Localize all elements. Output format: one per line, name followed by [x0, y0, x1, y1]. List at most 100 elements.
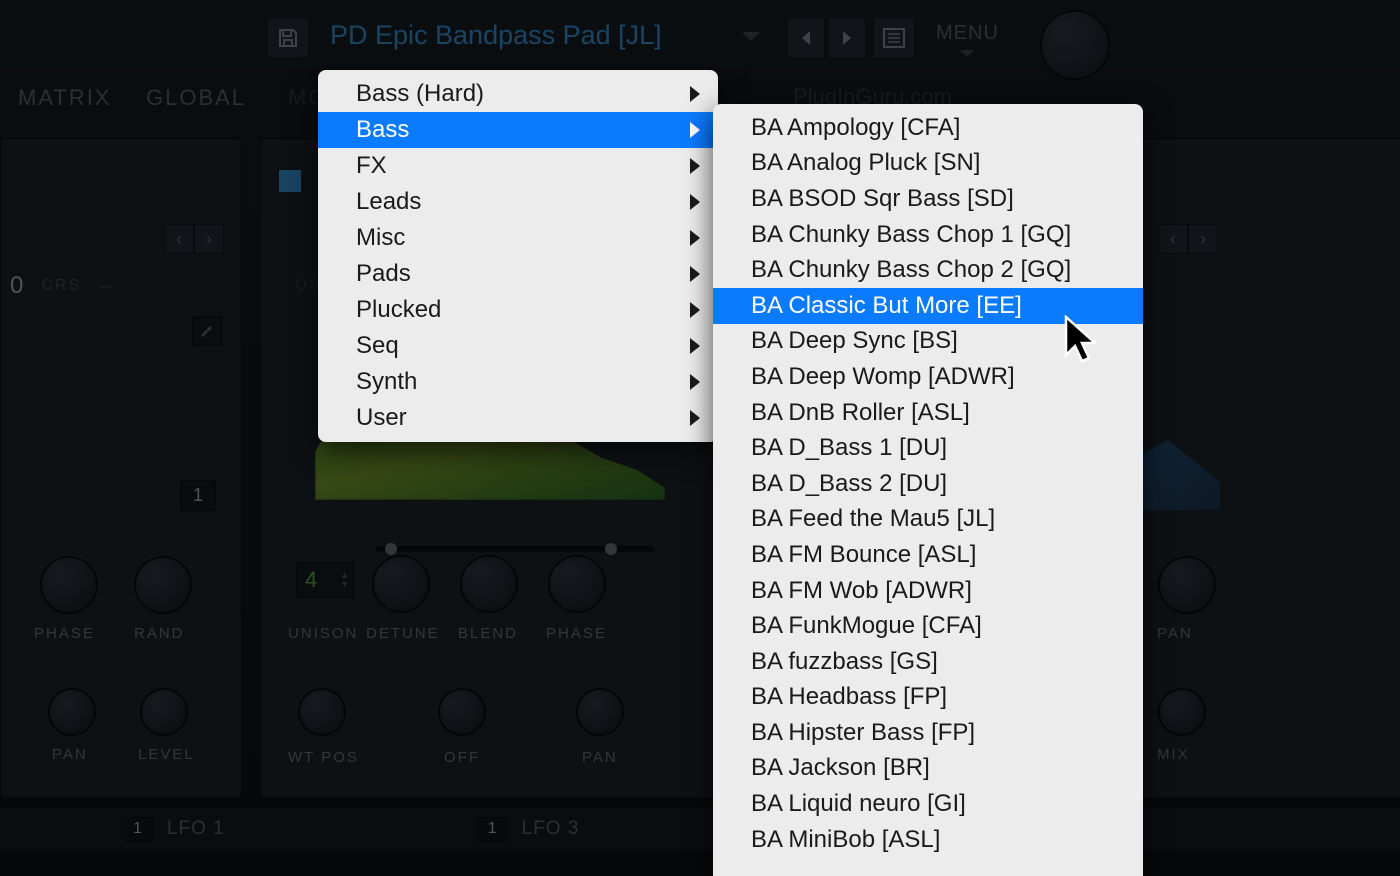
blend-knob[interactable] [460, 555, 518, 613]
phase-knob[interactable] [40, 556, 98, 614]
slider-track[interactable] [375, 546, 655, 552]
preset-menu-item[interactable]: BA Hipster Bass [FP] [713, 715, 1143, 751]
detune-label: DETUNE [366, 625, 440, 642]
slider-handle[interactable] [385, 543, 397, 555]
pan-label-3: PAN [1157, 625, 1193, 642]
mix-label: MIX [1157, 746, 1190, 763]
mix-knob[interactable] [1158, 688, 1206, 736]
preset-menu-item[interactable]: BA D_Bass 1 [DU] [713, 430, 1143, 466]
preset-menu-item[interactable]: BA fuzzbass [GS] [713, 644, 1143, 680]
pencil-icon [199, 323, 215, 339]
submenu-arrow-icon [690, 158, 700, 174]
submenu-arrow-icon [690, 410, 700, 426]
blend-label: BLEND [458, 625, 518, 642]
detune-knob[interactable] [372, 555, 430, 613]
preset-menu-item[interactable]: BA Chunky Bass Chop 2 [GQ] [713, 252, 1143, 288]
wtpos-knob[interactable] [298, 688, 346, 736]
preset-menu-item[interactable]: BA DnB Roller [ASL] [713, 395, 1143, 431]
preset-dropdown-icon[interactable] [742, 32, 760, 41]
slider-handle[interactable] [605, 543, 617, 555]
coarse-value[interactable]: 0 [10, 272, 23, 300]
category-menu-item[interactable]: Synth [318, 364, 718, 400]
category-menu-item[interactable]: Misc [318, 220, 718, 256]
submenu-arrow-icon [690, 194, 700, 210]
unison-spinner[interactable]: 4 ▲▼ [296, 562, 354, 598]
chevron-right-icon [840, 29, 854, 47]
category-menu-item[interactable]: User [318, 400, 718, 436]
lfo-tab-3[interactable]: LFO 3 [522, 818, 580, 840]
pan-knob[interactable] [48, 688, 96, 736]
category-menu-item[interactable]: Bass [318, 112, 718, 148]
level-knob[interactable] [140, 688, 188, 736]
rand-knob[interactable] [134, 556, 192, 614]
preset-menu-item[interactable]: BA Feed the Mau5 [JL] [713, 502, 1143, 538]
category-menu-item[interactable]: Leads [318, 184, 718, 220]
preset-menu-item[interactable]: BA Analog Pluck [SN] [713, 146, 1143, 182]
wavetable-nav-left: ‹ › [164, 224, 224, 254]
wtpos-label: WT POS [288, 749, 359, 766]
edit-button[interactable] [192, 316, 222, 346]
submenu-arrow-icon [690, 266, 700, 282]
wavetable-next-button[interactable]: › [194, 224, 224, 254]
osc-enable-toggle[interactable] [279, 170, 301, 192]
preset-menu-item[interactable]: BA MiniBob [ASL] [713, 822, 1143, 858]
category-menu-item[interactable]: Seq [318, 328, 718, 364]
lfo-bar: 1 LFO 1 1 LFO 3 [0, 808, 1400, 850]
preset-next-button[interactable] [828, 17, 866, 59]
preset-menu-item[interactable]: BA Jackson [BR] [713, 751, 1143, 787]
lfo-num-1[interactable]: 1 [122, 817, 153, 841]
save-icon [276, 26, 300, 50]
category-menu: Bass (Hard)BassFXLeadsMiscPadsPluckedSeq… [318, 70, 718, 442]
category-menu-item[interactable]: Plucked [318, 292, 718, 328]
coarse-label: CRS [41, 277, 81, 295]
category-menu-item[interactable]: FX [318, 148, 718, 184]
preset-prev-button[interactable] [787, 17, 825, 59]
browser-button[interactable] [873, 17, 915, 59]
wavetable-next-button-2[interactable]: › [1188, 224, 1218, 254]
phase-knob-2[interactable] [548, 555, 606, 613]
fine-value[interactable]: -- [99, 275, 112, 298]
submenu-arrow-icon [690, 122, 700, 138]
wavetable-prev-button-2[interactable]: ‹ [1158, 224, 1188, 254]
submenu-arrow-icon [690, 338, 700, 354]
lfo-num-2[interactable]: 1 [477, 817, 508, 841]
level-label: LEVEL [138, 746, 195, 763]
tab-matrix[interactable]: MATRIX [0, 85, 131, 111]
rand-label: RAND [134, 625, 185, 642]
wavetable-prev-button[interactable]: ‹ [164, 224, 194, 254]
preset-menu-item[interactable]: BA FM Bounce [ASL] [713, 537, 1143, 573]
submenu-arrow-icon [690, 302, 700, 318]
submenu-arrow-icon [690, 86, 700, 102]
menu-button[interactable]: MENU [936, 22, 999, 45]
off-knob[interactable] [438, 688, 486, 736]
menu-caret-icon [960, 50, 974, 57]
preset-menu-item[interactable]: BA D_Bass 2 [DU] [713, 466, 1143, 502]
category-menu-item[interactable]: Bass (Hard) [318, 76, 718, 112]
preset-menu-item[interactable]: BA Chunky Bass Chop 1 [GQ] [713, 217, 1143, 253]
preset-menu-item[interactable]: BA BSOD Sqr Bass [SD] [713, 181, 1143, 217]
preset-menu-item[interactable]: BA FM Wob [ADWR] [713, 573, 1143, 609]
wt-index-box[interactable]: 1 [180, 480, 216, 511]
unison-value: 4 [297, 567, 325, 593]
phase-label: PHASE [34, 625, 95, 642]
master-knob[interactable] [1040, 10, 1110, 80]
submenu-arrow-icon [690, 230, 700, 246]
preset-menu-item[interactable]: BA FunkMogue [CFA] [713, 608, 1143, 644]
preset-menu-item[interactable]: BA Liquid neuro [GI] [713, 786, 1143, 822]
preset-menu-item[interactable]: BA Ampology [CFA] [713, 110, 1143, 146]
top-bar: PD Epic Bandpass Pad [JL] MENU [0, 0, 1400, 68]
unison-arrows[interactable]: ▲▼ [340, 571, 349, 589]
pan-knob-2[interactable] [576, 688, 624, 736]
lfo-tab-1[interactable]: LFO 1 [167, 818, 225, 840]
preset-submenu: BA Ampology [CFA]BA Analog Pluck [SN]BA … [713, 104, 1143, 876]
list-icon [882, 27, 906, 49]
save-button[interactable] [267, 17, 309, 59]
chevron-left-icon [799, 29, 813, 47]
preset-name[interactable]: PD Epic Bandpass Pad [JL] [330, 20, 662, 51]
wavetable-nav-right: ‹ › [1158, 224, 1218, 254]
param-row: 0 CRS -- [10, 272, 112, 300]
preset-menu-item[interactable]: BA Headbass [FP] [713, 680, 1143, 716]
tab-global[interactable]: GLOBAL [126, 85, 266, 111]
pan-knob-3[interactable] [1158, 556, 1216, 614]
category-menu-item[interactable]: Pads [318, 256, 718, 292]
